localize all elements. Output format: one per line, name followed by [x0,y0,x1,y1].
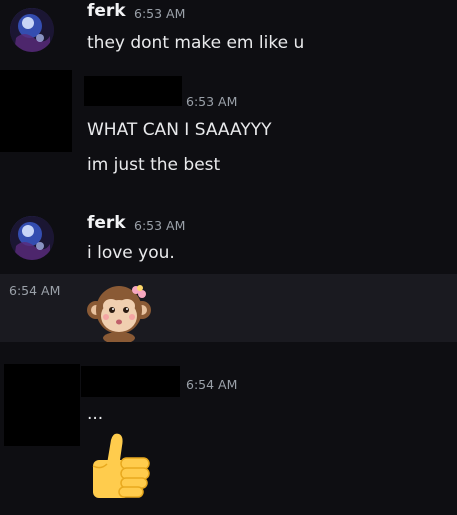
avatar-redacted[interactable] [0,70,72,152]
username-redacted[interactable] [84,76,182,106]
timestamp: 6:53 AM [134,6,186,21]
message-text: WHAT CAN I SAAAYYY [87,120,272,140]
message-text: they dont make em like u [87,33,305,53]
avatar-ferk[interactable] [10,216,54,260]
username-ferk[interactable]: ferk [87,1,126,21]
message-row-hovered[interactable] [0,274,457,342]
message-text: i love you. [87,243,175,263]
username-ferk[interactable]: ferk [87,213,126,233]
monkey-sticker[interactable] [84,280,154,342]
timestamp: 6:54 AM [186,377,238,392]
timestamp: 6:53 AM [134,218,186,233]
hover-timestamp: 6:54 AM [9,283,61,298]
timestamp: 6:53 AM [186,94,238,109]
avatar-redacted[interactable] [4,364,80,446]
username-redacted[interactable] [81,366,180,397]
avatar-ferk[interactable] [10,8,54,52]
message-text: ... [87,404,104,424]
message-text: im just the best [87,155,221,175]
thumbs-up-emoji[interactable] [87,430,153,502]
